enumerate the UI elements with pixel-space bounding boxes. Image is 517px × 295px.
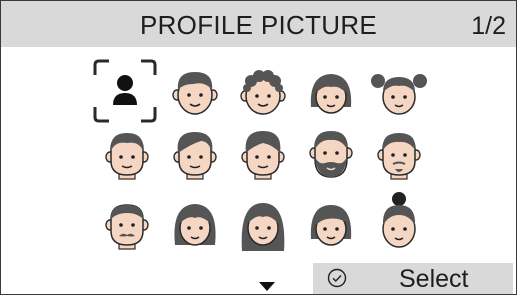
boy-short-hair-icon xyxy=(172,72,218,115)
avatar-grid xyxy=(1,47,516,251)
avatar-option-10[interactable] xyxy=(365,119,433,187)
man-mustache-icon xyxy=(105,204,149,250)
profile-picture-screen: PROFILE PICTURE 1/2 Select xyxy=(0,0,517,295)
select-button[interactable]: Select xyxy=(313,263,513,294)
avatar-option-2[interactable] xyxy=(161,57,229,125)
girl-pigtail-buns-icon xyxy=(371,74,427,115)
avatar-option-13[interactable] xyxy=(229,189,297,257)
girl-bob-hair-icon xyxy=(310,74,352,114)
avatar-option-5[interactable] xyxy=(365,57,433,125)
down-arrow-icon[interactable] xyxy=(259,282,275,291)
man-side-part-icon xyxy=(173,132,217,180)
header-bar: PROFILE PICTURE 1/2 xyxy=(1,1,516,47)
avatar-option-7[interactable] xyxy=(161,119,229,187)
check-circle-icon xyxy=(327,268,347,288)
page-indicator: 1/2 xyxy=(471,12,506,40)
woman-medium-hair-icon xyxy=(174,204,216,246)
man-goatee-icon xyxy=(377,133,421,180)
avatar-option-11[interactable] xyxy=(93,189,161,257)
avatar-option-8[interactable] xyxy=(229,119,297,187)
woman-short-bob-icon xyxy=(310,205,352,246)
generic-person-icon xyxy=(93,59,157,123)
avatar-option-4[interactable] xyxy=(297,57,365,125)
avatar-option-15[interactable] xyxy=(365,189,433,257)
avatar-option-14[interactable] xyxy=(297,189,365,257)
woman-long-hair-icon xyxy=(241,203,285,251)
avatar-option-12[interactable] xyxy=(161,189,229,257)
boy-curly-hair-icon xyxy=(240,70,286,115)
man-swept-hair-icon xyxy=(241,131,285,180)
select-label: Select xyxy=(399,265,469,293)
avatar-option-6[interactable] xyxy=(93,119,161,187)
woman-top-bun-icon xyxy=(382,192,416,248)
avatar-option-3[interactable] xyxy=(229,57,297,125)
avatar-option-1[interactable] xyxy=(91,57,159,125)
man-short-hair-icon xyxy=(105,133,149,180)
page-title: PROFILE PICTURE xyxy=(139,10,378,40)
avatar-option-9[interactable] xyxy=(297,119,365,187)
man-full-beard-icon xyxy=(309,131,353,178)
